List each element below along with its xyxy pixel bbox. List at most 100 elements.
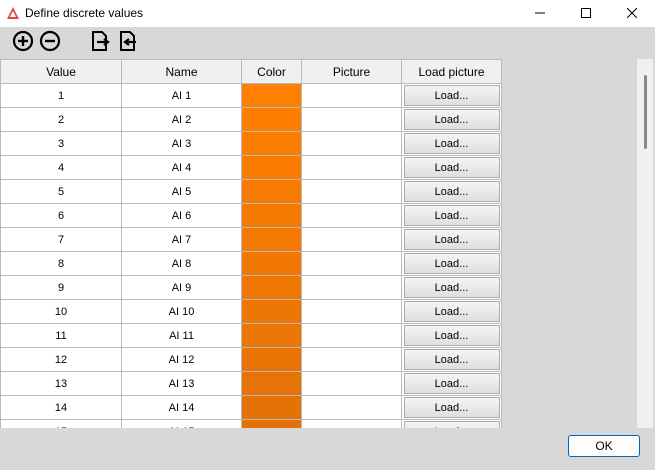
value-cell[interactable]: 9 bbox=[0, 275, 122, 300]
color-cell[interactable] bbox=[241, 323, 302, 348]
load-picture-button[interactable]: Load... bbox=[403, 277, 500, 298]
table-row[interactable]: 7 AI 7 Load... bbox=[0, 227, 502, 252]
name-cell[interactable]: AI 1 bbox=[121, 83, 242, 108]
name-cell[interactable]: AI 8 bbox=[121, 251, 242, 276]
table-row[interactable]: 14 AI 14 Load... bbox=[0, 395, 502, 420]
color-cell[interactable] bbox=[241, 419, 302, 428]
table-row[interactable]: 15AI 15 Load... bbox=[0, 419, 502, 428]
color-cell[interactable] bbox=[241, 371, 302, 396]
color-cell[interactable] bbox=[241, 83, 302, 108]
value-cell[interactable]: 13 bbox=[0, 371, 122, 396]
load-picture-button[interactable]: Load... bbox=[403, 421, 500, 428]
load-picture-button[interactable]: Load... bbox=[403, 253, 500, 274]
name-cell[interactable]: AI 5 bbox=[121, 179, 242, 204]
value-cell[interactable]: 8 bbox=[0, 251, 122, 276]
maximize-button[interactable] bbox=[563, 0, 609, 27]
color-cell[interactable] bbox=[241, 227, 302, 252]
minimize-button[interactable] bbox=[517, 0, 563, 27]
load-picture-button[interactable]: Load... bbox=[403, 85, 500, 106]
name-cell[interactable]: AI 3 bbox=[121, 131, 242, 156]
picture-cell[interactable] bbox=[301, 371, 402, 396]
color-cell[interactable] bbox=[241, 203, 302, 228]
load-picture-button[interactable]: Load... bbox=[403, 301, 500, 322]
add-row-button[interactable] bbox=[11, 30, 35, 54]
column-header-picture[interactable]: Picture bbox=[301, 59, 402, 84]
name-cell[interactable]: AI 9 bbox=[121, 275, 242, 300]
table-row[interactable]: 6 AI 6 Load... bbox=[0, 203, 502, 228]
load-picture-button[interactable]: Load... bbox=[403, 325, 500, 346]
value-cell[interactable]: 3 bbox=[0, 131, 122, 156]
close-button[interactable] bbox=[609, 0, 655, 27]
load-picture-button[interactable]: Load... bbox=[403, 157, 500, 178]
color-cell[interactable] bbox=[241, 275, 302, 300]
table-row[interactable]: 4 AI 4 Load... bbox=[0, 155, 502, 180]
value-cell[interactable]: 4 bbox=[0, 155, 122, 180]
value-cell[interactable]: 7 bbox=[0, 227, 122, 252]
value-cell[interactable]: 12 bbox=[0, 347, 122, 372]
picture-cell[interactable] bbox=[301, 107, 402, 132]
load-picture-button[interactable]: Load... bbox=[403, 229, 500, 250]
value-cell[interactable]: 1 bbox=[0, 83, 122, 108]
name-cell[interactable]: AI 10 bbox=[121, 299, 242, 324]
load-picture-button[interactable]: Load... bbox=[403, 109, 500, 130]
name-cell[interactable]: AI 14 bbox=[121, 395, 242, 420]
table-row[interactable]: 10 AI 10 Load... bbox=[0, 299, 502, 324]
picture-cell[interactable] bbox=[301, 131, 402, 156]
name-cell[interactable]: AI 11 bbox=[121, 323, 242, 348]
value-cell[interactable]: 5 bbox=[0, 179, 122, 204]
import-button[interactable] bbox=[115, 30, 139, 54]
name-cell[interactable]: AI 4 bbox=[121, 155, 242, 180]
value-cell[interactable]: 15 bbox=[0, 419, 122, 428]
table-row[interactable]: 5 AI 5 Load... bbox=[0, 179, 502, 204]
name-cell[interactable]: AI 15 bbox=[121, 419, 242, 428]
value-cell[interactable]: 14 bbox=[0, 395, 122, 420]
table-row[interactable]: 8 AI 8 Load... bbox=[0, 251, 502, 276]
color-cell[interactable] bbox=[241, 299, 302, 324]
table-row[interactable]: 11 AI 11 Load... bbox=[0, 323, 502, 348]
load-picture-button[interactable]: Load... bbox=[403, 205, 500, 226]
table-row[interactable]: 1 AI 1 Load... bbox=[0, 83, 502, 108]
table-row[interactable]: 2 AI 2 Load... bbox=[0, 107, 502, 132]
picture-cell[interactable] bbox=[301, 179, 402, 204]
picture-cell[interactable] bbox=[301, 227, 402, 252]
column-header-load-picture[interactable]: Load picture bbox=[401, 59, 502, 84]
value-cell[interactable]: 6 bbox=[0, 203, 122, 228]
color-cell[interactable] bbox=[241, 179, 302, 204]
picture-cell[interactable] bbox=[301, 251, 402, 276]
column-header-name[interactable]: Name bbox=[121, 59, 242, 84]
picture-cell[interactable] bbox=[301, 323, 402, 348]
load-picture-button[interactable]: Load... bbox=[403, 181, 500, 202]
name-cell[interactable]: AI 6 bbox=[121, 203, 242, 228]
picture-cell[interactable] bbox=[301, 155, 402, 180]
picture-cell[interactable] bbox=[301, 347, 402, 372]
value-cell[interactable]: 10 bbox=[0, 299, 122, 324]
table-row[interactable]: 3 AI 3 Load... bbox=[0, 131, 502, 156]
picture-cell[interactable] bbox=[301, 275, 402, 300]
color-cell[interactable] bbox=[241, 107, 302, 132]
scrollbar-thumb[interactable] bbox=[644, 75, 647, 149]
name-cell[interactable]: AI 12 bbox=[121, 347, 242, 372]
load-picture-button[interactable]: Load... bbox=[403, 349, 500, 370]
load-picture-button[interactable]: Load... bbox=[403, 397, 500, 418]
color-cell[interactable] bbox=[241, 155, 302, 180]
vertical-scrollbar[interactable] bbox=[637, 59, 653, 428]
export-button[interactable] bbox=[88, 30, 112, 54]
ok-button[interactable]: OK bbox=[568, 435, 640, 457]
picture-cell[interactable] bbox=[301, 203, 402, 228]
picture-cell[interactable] bbox=[301, 83, 402, 108]
table-row[interactable]: 12 AI 12 Load... bbox=[0, 347, 502, 372]
column-header-color[interactable]: Color bbox=[241, 59, 302, 84]
name-cell[interactable]: AI 7 bbox=[121, 227, 242, 252]
name-cell[interactable]: AI 2 bbox=[121, 107, 242, 132]
color-cell[interactable] bbox=[241, 395, 302, 420]
picture-cell[interactable] bbox=[301, 419, 402, 428]
picture-cell[interactable] bbox=[301, 395, 402, 420]
table-row[interactable]: 13 AI 13 Load... bbox=[0, 371, 502, 396]
remove-row-button[interactable] bbox=[38, 30, 62, 54]
color-cell[interactable] bbox=[241, 347, 302, 372]
picture-cell[interactable] bbox=[301, 299, 402, 324]
load-picture-button[interactable]: Load... bbox=[403, 373, 500, 394]
color-cell[interactable] bbox=[241, 131, 302, 156]
value-cell[interactable]: 11 bbox=[0, 323, 122, 348]
color-cell[interactable] bbox=[241, 251, 302, 276]
